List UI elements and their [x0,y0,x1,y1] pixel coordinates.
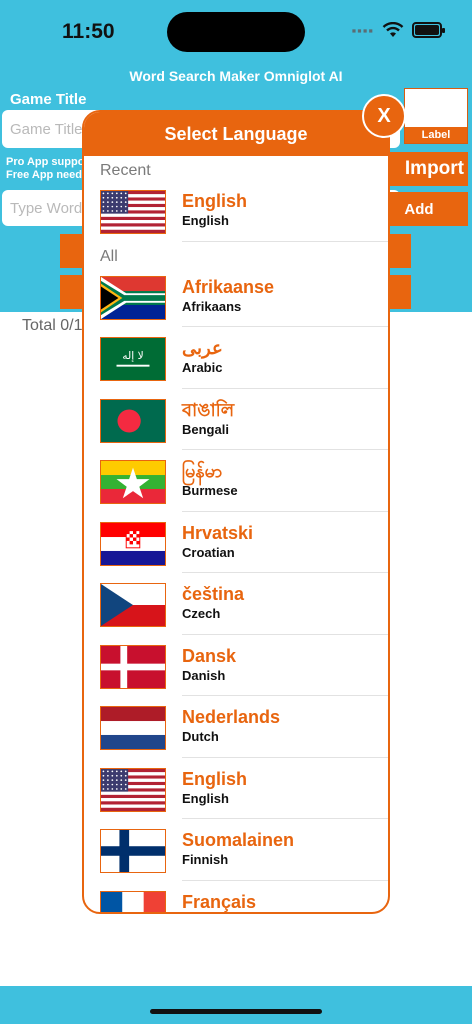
label-caption: Label [405,127,467,143]
language-row[interactable]: Nederlands Dutch [84,696,388,758]
language-native-name: বাঙালি [182,399,235,420]
language-english-name: Czech [182,606,221,621]
home-indicator [150,1009,322,1014]
language-row[interactable]: English English [84,180,388,242]
language-row[interactable]: Dansk Danish [84,635,388,696]
language-native-name: Français [182,891,257,912]
language-row[interactable]: Hrvatski Croatian [84,512,388,573]
language-row[interactable]: Suomalainen Finnish [84,819,388,881]
language-english-name: English [182,790,229,806]
language-native-name: Suomalainen [182,830,295,850]
flag-us-icon [100,190,166,234]
language-text: Nederlands Dutch [182,706,280,745]
flag-hr-icon [100,521,166,566]
modal-title: Select Language [84,112,388,156]
cellular-signal-icon: ▪▪▪▪ [351,22,374,38]
flag-nl-icon [100,706,166,750]
section-recent: Recent [100,162,151,179]
language-english-name: French [182,913,256,915]
bottom-bar [0,986,472,1024]
language-row[interactable]: မြန်မာ Burmese [84,450,388,512]
flag-za-icon [100,275,166,320]
flag-bd-icon [100,398,166,443]
svg-text:لا إله: لا إله [122,350,143,362]
language-english-name: Dutch [182,729,219,744]
import-button[interactable]: Import [380,152,468,186]
status-icons: ▪▪▪▪ [351,22,445,38]
language-text: Suomalainen Finnish [182,829,294,868]
language-english-name: Croatian [182,544,235,560]
language-row[interactable]: لا إله عربى Arabic [84,327,388,389]
app-title: Word Search Maker Omniglot AI [129,68,343,84]
status-time: 11:50 [62,20,115,43]
language-text: FrançaisFrench [182,891,257,915]
battery-icon [412,22,445,38]
language-row[interactable]: FrançaisFrench [84,881,388,915]
language-english-name: English [182,213,229,228]
language-text: မြန်မာ Burmese [182,460,238,499]
language-row[interactable]: English English [84,758,388,819]
language-row[interactable]: Afrikaanse Afrikaans [84,266,388,327]
language-row[interactable]: বাঙালি Bengali [84,389,388,450]
language-list[interactable]: Recent English English All Afrikaanse Afri… [84,156,388,915]
language-native-name: عربى [182,338,223,358]
language-english-name: Arabic [182,360,223,375]
language-text: বাঙালি Bengali [182,399,234,438]
section-all: All [100,247,118,265]
flag-cz-icon [100,583,166,627]
screen: 11:50 ▪▪▪▪ Word Search Maker Omniglot AI… [0,0,472,1024]
label-image-box[interactable]: Label [404,88,468,144]
language-native-name: Hrvatski [182,522,254,543]
flag-sa-icon: لا إله [100,337,166,381]
row-divider [182,240,388,242]
flag-fr-icon [100,890,166,912]
dynamic-island [167,12,305,52]
close-button[interactable]: X [362,94,406,138]
language-english-name: Danish [182,667,226,683]
flag-dk-icon [100,644,166,689]
language-english-name: Finnish [182,852,229,867]
language-text: عربى Arabic [182,337,223,376]
language-native-name: čeština [182,584,245,604]
wifi-icon [382,22,404,37]
language-native-name: English [182,191,248,211]
language-native-name: Afrikaanse [182,276,275,297]
flag-mm-icon [100,460,166,504]
language-english-name: Burmese [182,483,238,498]
language-native-name: မြန်မာ [182,461,223,481]
language-native-name: Dansk [182,645,237,666]
language-text: Dansk Danish [182,645,236,684]
total-count: Total 0/1 [22,317,83,334]
language-text: English English [182,768,247,807]
flag-fi-icon [100,829,166,873]
language-text: English English [182,190,247,229]
language-native-name: Nederlands [182,707,281,727]
language-native-name: English [182,768,248,789]
language-text: čeština Czech [182,583,244,622]
language-text: Afrikaanse Afrikaans [182,276,274,315]
flag-us-icon [100,767,166,812]
language-row[interactable]: čeština Czech [84,573,388,635]
language-english-name: Afrikaans [182,298,242,314]
language-english-name: Bengali [182,421,229,437]
language-modal: Select Language Recent English English Al… [82,110,390,914]
language-text: Hrvatski Croatian [182,522,253,561]
game-title-label: Game Title [10,91,87,108]
